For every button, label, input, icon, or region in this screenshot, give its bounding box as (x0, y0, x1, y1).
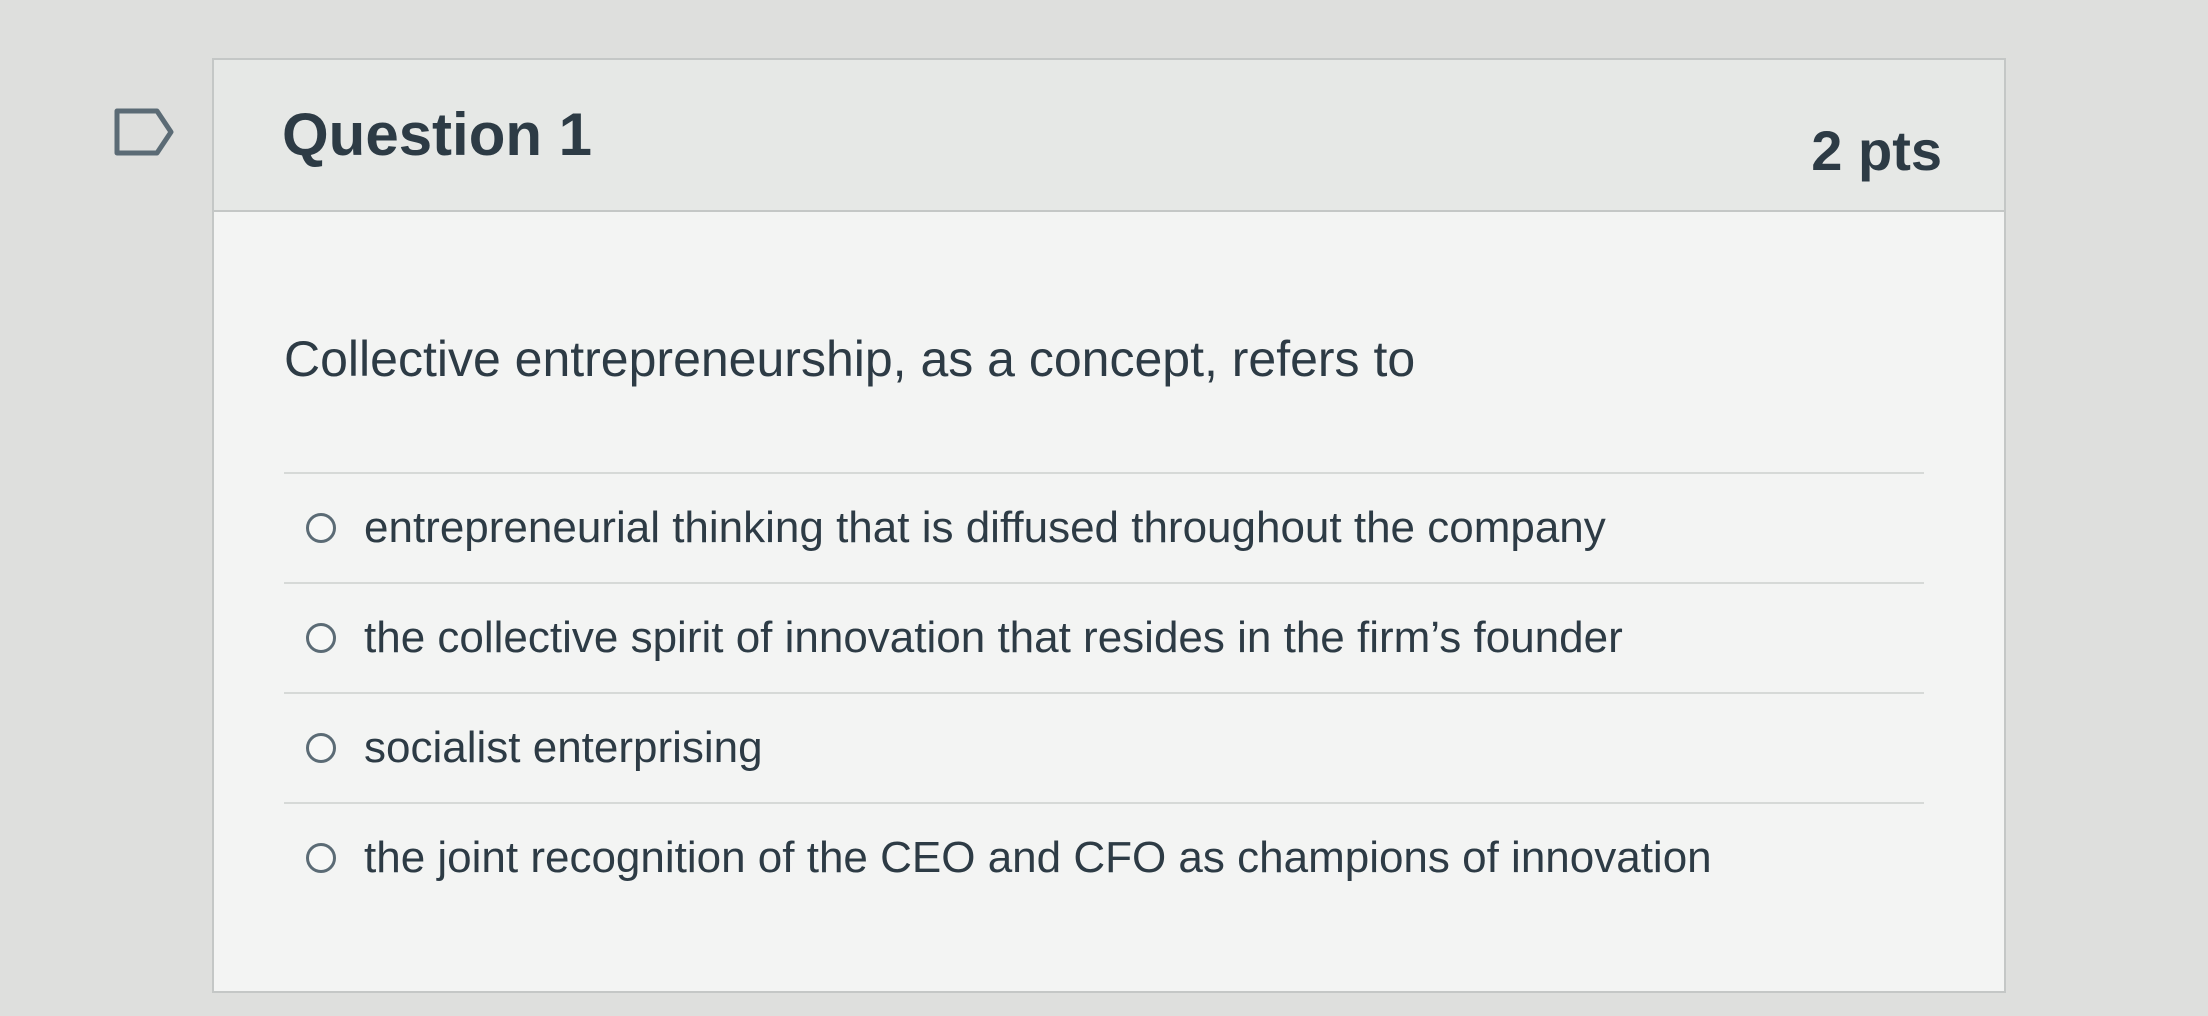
radio-button-icon[interactable] (306, 623, 336, 653)
answer-label[interactable]: socialist enterprising (364, 723, 763, 773)
question-text: Collective entrepreneurship, as a concep… (284, 331, 1416, 387)
question-header: Question 1 2 pts (214, 60, 2004, 212)
radio-button-icon[interactable] (306, 733, 336, 763)
answer-option-3[interactable]: socialist enterprising (284, 692, 1924, 802)
answer-list: entrepreneurial thinking that is diffuse… (284, 472, 1924, 912)
radio-button-icon[interactable] (306, 843, 336, 873)
answer-option-4[interactable]: the joint recognition of the CEO and CFO… (284, 802, 1924, 912)
question-card: Question 1 2 pts Collective entrepreneur… (212, 58, 2006, 993)
answer-option-2[interactable]: the collective spirit of innovation that… (284, 582, 1924, 692)
radio-button-icon[interactable] (306, 513, 336, 543)
answer-option-1[interactable]: entrepreneurial thinking that is diffuse… (284, 472, 1924, 582)
question-points: 2 pts (1811, 119, 1942, 182)
answer-label[interactable]: entrepreneurial thinking that is diffuse… (364, 503, 1606, 553)
flag-question-icon[interactable] (113, 107, 177, 157)
question-title: Question 1 (282, 101, 593, 168)
answer-label[interactable]: the joint recognition of the CEO and CFO… (364, 833, 1712, 883)
answer-label[interactable]: the collective spirit of innovation that… (364, 613, 1623, 663)
